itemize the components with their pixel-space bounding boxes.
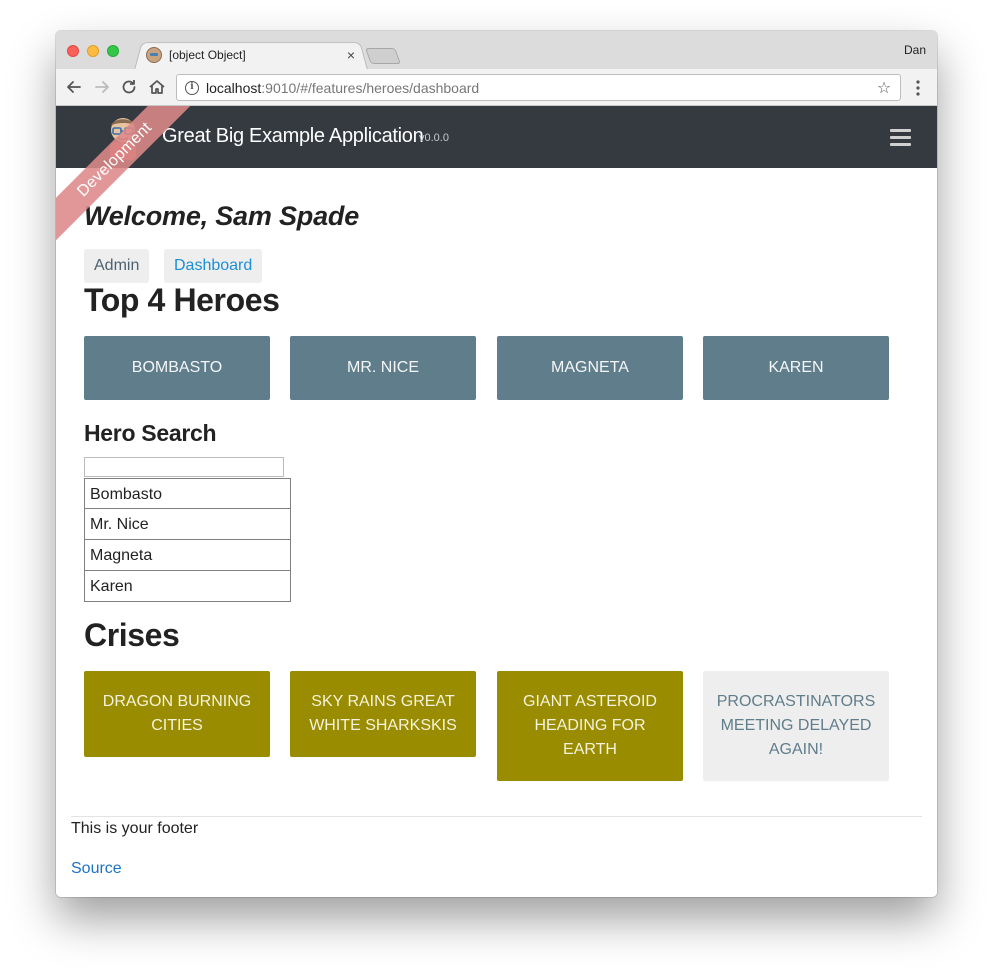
tab-close-icon[interactable]: ×: [344, 48, 358, 62]
app-navbar: Great Big Example Application v0.0.0: [56, 106, 937, 168]
close-window-button[interactable]: [67, 45, 79, 57]
nav-link-dashboard[interactable]: Dashboard: [164, 249, 263, 283]
tab-strip: [object Object] × Dan: [56, 31, 937, 70]
hero-card[interactable]: KAREN: [703, 336, 889, 400]
tab-title: [object Object]: [169, 48, 246, 62]
profile-name[interactable]: Dan: [904, 43, 926, 57]
reload-icon[interactable]: [119, 77, 139, 97]
crisis-card[interactable]: GIANT ASTEROID HEADING FOR EARTH: [497, 671, 683, 781]
page-viewport: Great Big Example Application v0.0.0 Dev…: [56, 106, 937, 897]
url-host: localhost: [206, 79, 262, 96]
url-path: :9010/#/features/heroes/dashboard: [261, 79, 480, 96]
browser-toolbar: i localhost:9010/#/features/heroes/dashb…: [56, 69, 937, 106]
new-tab-button[interactable]: [365, 48, 401, 64]
minimize-window-button[interactable]: [87, 45, 99, 57]
home-icon[interactable]: [147, 77, 167, 97]
crisis-card[interactable]: SKY RAINS GREAT WHITE SHARKSKIS: [290, 671, 476, 757]
hero-card[interactable]: BOMBASTO: [84, 336, 270, 400]
search-results-list: Bombasto Mr. Nice Magneta Karen: [84, 478, 291, 602]
browser-tab[interactable]: [object Object] ×: [144, 40, 364, 70]
app-version: v0.0.0: [419, 132, 449, 144]
browser-window: [object Object] × Dan i localhost:9010/#…: [56, 31, 937, 897]
crisis-card[interactable]: PROCRASTINATORS MEETING DELAYED AGAIN!: [703, 671, 889, 781]
address-bar[interactable]: i localhost:9010/#/features/heroes/dashb…: [176, 74, 901, 101]
top-heroes-title: Top 4 Heroes: [84, 282, 280, 318]
arrow-left-icon[interactable]: [64, 77, 84, 97]
star-icon[interactable]: ☆: [875, 78, 893, 98]
crises-title: Crises: [84, 617, 180, 653]
brand-title[interactable]: Great Big Example Application: [162, 125, 424, 148]
arrow-right-icon[interactable]: [92, 77, 112, 97]
hamburger-menu-icon[interactable]: [890, 129, 911, 146]
hero-card[interactable]: MR. NICE: [290, 336, 476, 400]
search-result-item[interactable]: Mr. Nice: [84, 509, 291, 540]
crisis-card[interactable]: DRAGON BURNING CITIES: [84, 671, 270, 757]
hero-card[interactable]: MAGNETA: [497, 336, 683, 400]
info-icon[interactable]: i: [185, 80, 199, 95]
search-result-item[interactable]: Karen: [84, 571, 291, 602]
footer-divider: [71, 816, 922, 817]
nav-link-admin[interactable]: Admin: [84, 249, 150, 283]
welcome-heading: Welcome, Sam Spade: [84, 201, 360, 231]
search-result-item[interactable]: Bombasto: [84, 478, 291, 509]
maximize-window-button[interactable]: [107, 45, 119, 57]
more-vertical-icon[interactable]: [908, 78, 928, 98]
footer-text: This is your footer: [71, 820, 199, 837]
favicon-icon: [146, 47, 162, 63]
hero-search-input[interactable]: [84, 457, 284, 477]
hero-search-title: Hero Search: [84, 420, 217, 446]
search-result-item[interactable]: Magneta: [84, 540, 291, 571]
source-link[interactable]: Source: [71, 860, 122, 878]
address-url[interactable]: localhost:9010/#/features/heroes/dashboa…: [206, 80, 875, 96]
